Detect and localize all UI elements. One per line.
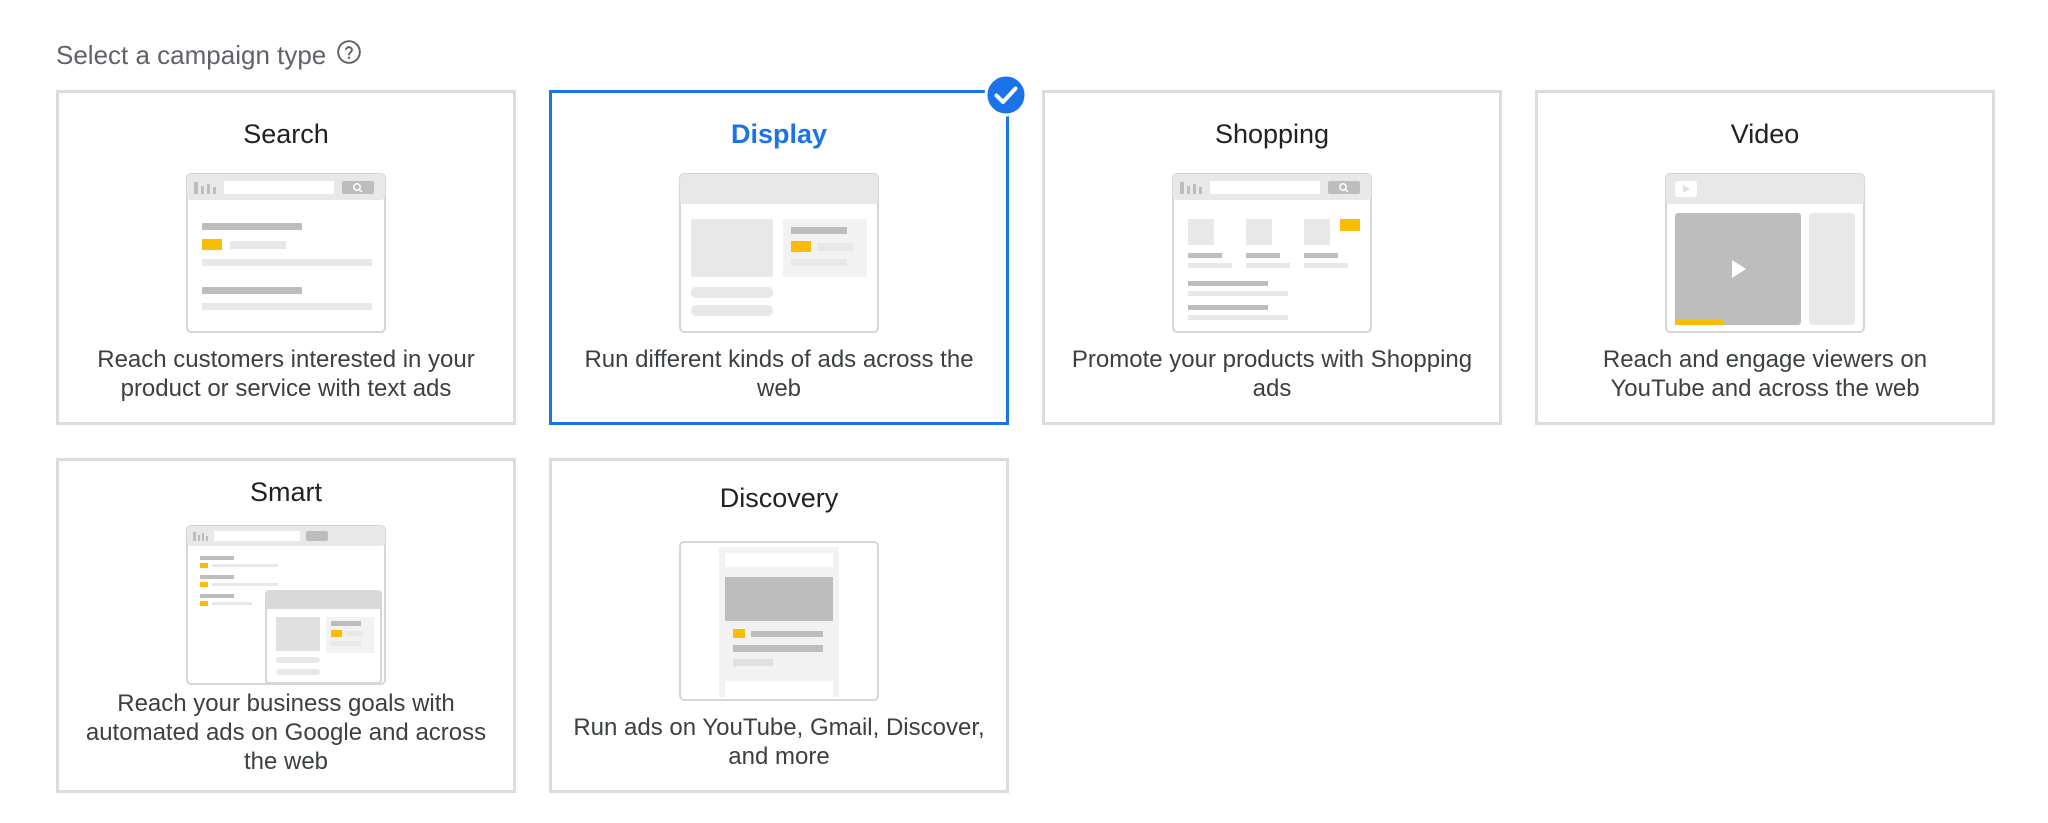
card-description: Run ads on YouTube, Gmail, Discover, and… [573, 714, 985, 770]
card-description: Promote your products with Shopping ads [1071, 346, 1473, 402]
search-ad-illustration [186, 173, 386, 333]
campaign-card-search[interactable]: Search Reach customers interested in you… [56, 90, 516, 425]
card-title: Display [730, 119, 828, 149]
card-description: Reach customers interested in your produ… [97, 346, 475, 402]
card-title: Search [243, 119, 329, 149]
card-title: Discovery [719, 483, 839, 513]
campaign-card-display[interactable]: Display Run different kinds of ads acros… [549, 73, 1028, 425]
card-title: Shopping [1214, 119, 1330, 149]
card-description: Reach your business goals with automated… [85, 690, 487, 775]
video-ad-illustration [1665, 173, 1865, 333]
campaign-card-discovery[interactable]: Discovery Run ads on YouTube, Gmail, Dis… [549, 458, 1009, 793]
campaign-type-heading: Select a campaign type [56, 39, 362, 71]
campaign-card-smart[interactable]: Smart Reach your business goals with aut… [56, 458, 516, 793]
heading-text: Select a campaign type [56, 40, 327, 70]
card-title: Video [1730, 119, 1800, 149]
display-ad-illustration [679, 173, 879, 333]
check-circle-icon [984, 73, 1028, 117]
shopping-ad-illustration [1172, 173, 1372, 333]
campaign-card-video[interactable]: Video Reach and engage viewers on YouTub… [1535, 90, 1995, 425]
smart-ad-illustration [186, 525, 386, 685]
discovery-ad-illustration [679, 541, 879, 701]
card-title: Smart [249, 477, 322, 507]
card-description: Run different kinds of ads across the we… [584, 346, 974, 402]
help-circle-icon[interactable] [336, 39, 362, 65]
card-description: Reach and engage viewers on YouTube and … [1602, 346, 1928, 402]
campaign-card-shopping[interactable]: Shopping Promote your products with Shop… [1042, 90, 1502, 425]
